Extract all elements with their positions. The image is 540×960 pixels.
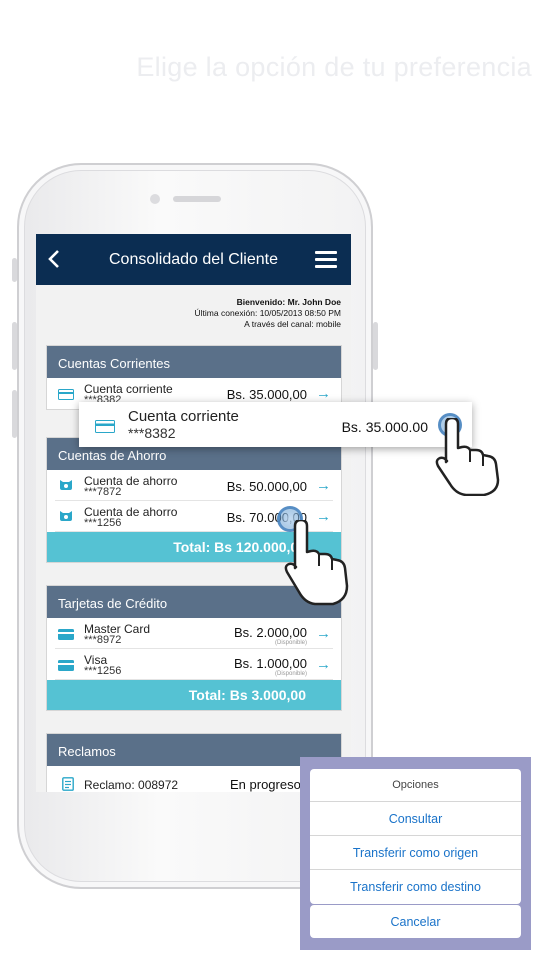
phone-volume-up [12,322,17,370]
pointing-hand-icon [284,520,349,606]
phone-speaker [173,196,221,202]
available-caption: (Disponible) [274,671,307,677]
credit-card-icon [58,660,74,671]
options-group: Opciones Consultar Transferir como orige… [310,769,521,904]
arrow-right-icon[interactable]: → [316,656,331,673]
card-icon [95,420,115,433]
welcome-name: Bienvenido: Mr. John Doe [236,297,341,307]
card-amount: Bs. 2.000,00 [234,625,307,640]
popup-label: Cuenta corriente [128,408,239,425]
pointing-hand-icon [435,418,500,496]
phone-power-button [373,322,378,370]
credit-card-icon [58,629,74,640]
popup-amount: Bs. 35.000.00 [341,419,428,435]
document-icon [62,777,74,791]
option-transferir-origen[interactable]: Transferir como origen [310,836,521,870]
card-row[interactable]: Master Card ***8972 Bs. 2.000,00 (Dispon… [55,618,333,649]
cancel-group: Cancelar [310,905,521,938]
piggy-bank-icon [60,480,72,490]
account-amount: Bs. 35.000,00 [226,387,307,402]
available-caption: (Disponible) [274,640,307,646]
option-consultar[interactable]: Consultar [310,802,521,836]
card-icon [58,389,74,400]
claim-row[interactable]: Reclamo: 008972 En progreso [55,766,333,792]
section-total: Total: Bs 3.000,00 [47,680,341,710]
phone-mute-switch [12,258,17,282]
account-number: ***7872 [84,486,122,498]
channel: A través del canal: mobile [244,319,341,329]
dragged-account-popup[interactable]: Cuenta corriente ***8382 Bs. 35.000.00 [79,402,472,447]
arrow-right-icon[interactable]: → [316,385,331,402]
account-row[interactable]: Cuenta de ahorro ***7872 Bs. 50.000,00 → [55,470,333,501]
card-number: ***8972 [84,634,122,646]
option-transferir-destino[interactable]: Transferir como destino [310,870,521,904]
welcome-info: Bienvenido: Mr. John Doe Última conexión… [195,297,341,330]
sheet-title: Opciones [310,769,521,802]
account-number: ***1256 [84,517,122,529]
account-amount: Bs. 50.000,00 [226,479,307,494]
options-action-sheet: Opciones Consultar Transferir como orige… [300,757,531,950]
phone-volume-down [12,390,17,438]
page-title: Consolidado del Cliente [109,251,278,268]
phone-camera [150,194,160,204]
card-row[interactable]: Visa ***1256 Bs. 1.000,00 (Disponible) → [55,649,333,680]
headline: Elige la opción de tu preferencia [136,52,532,82]
hamburger-menu-icon[interactable] [315,251,337,268]
section-title: Reclamos [47,734,341,766]
card-amount: Bs. 1.000,00 [234,656,307,671]
section-cuentas-corrientes: Cuentas Corrientes Cuenta corriente ***8… [46,345,342,410]
card-number: ***1256 [84,665,122,677]
section-title: Cuentas Corrientes [47,346,341,378]
claim-label: Reclamo: 008972 [84,778,179,792]
section-reclamos: Reclamos Reclamo: 008972 En progreso [46,733,342,792]
last-login: Última conexión: 10/05/2013 08:50 PM [194,308,341,318]
app-navbar: Consolidado del Cliente [36,234,351,285]
popup-number: ***8382 [128,425,176,441]
arrow-right-icon[interactable]: → [316,625,331,642]
claim-status: En progreso [230,777,301,792]
arrow-right-icon[interactable]: → [316,477,331,494]
piggy-bank-icon [60,511,72,521]
phone-screen: Consolidado del Cliente Bienvenido: Mr. … [36,234,351,792]
cancel-button[interactable]: Cancelar [310,905,521,938]
